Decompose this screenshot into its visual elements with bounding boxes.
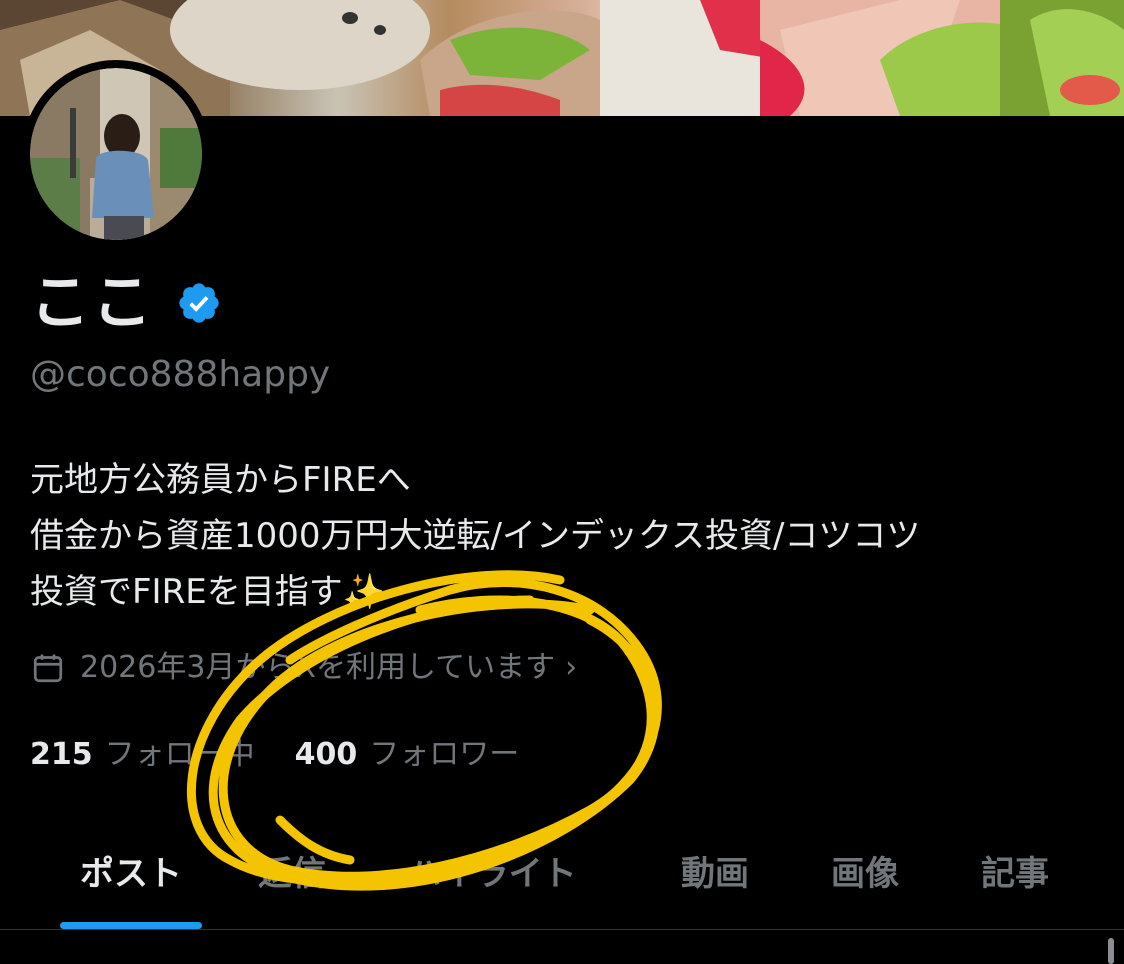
joined-text: 2026年3月からXを利用しています [80, 650, 556, 685]
follow-stats: 215 フォロー中 400 フォロワー [30, 730, 519, 780]
followers-label: フォロワー [369, 737, 520, 772]
bio-line: 投資でFIREを目指す✨ [30, 572, 386, 612]
chevron-right-icon: › [565, 650, 578, 685]
joined-date[interactable]: 2026年3月からXを利用しています › [30, 646, 577, 690]
following-link[interactable]: 215 フォロー中 [30, 730, 255, 780]
followers-link[interactable]: 400 フォロワー [295, 730, 520, 780]
calendar-icon [33, 654, 63, 683]
bio-line: 元地方公務員からFIREへ [30, 460, 411, 500]
profile-handle: @coco888happy [30, 354, 331, 395]
tabs-divider [0, 929, 1124, 930]
display-name: ここ [30, 268, 154, 338]
following-label: フォロー中 [104, 737, 255, 772]
profile-avatar[interactable] [22, 60, 210, 248]
scrollbar[interactable] [1108, 938, 1114, 964]
tab-articles[interactable]: 記事 [940, 820, 1090, 920]
tab-highlights[interactable]: ハイライト [362, 820, 622, 920]
profile-tabs: ポスト 返信 ハイライト 動画 画像 記事 [0, 820, 1124, 929]
verified-badge-icon[interactable] [176, 280, 222, 326]
tab-images[interactable]: 画像 [790, 820, 940, 920]
tab-posts[interactable]: ポスト [40, 820, 222, 920]
tab-videos[interactable]: 動画 [640, 820, 790, 920]
active-tab-indicator [60, 922, 202, 929]
profile-name-row: ここ [30, 268, 222, 338]
bio-line: 借金から資産1000万円大逆転/インデックス投資/コツコツ [30, 516, 921, 556]
following-count: 215 [30, 737, 93, 772]
profile-bio: 元地方公務員からFIREへ 借金から資産1000万円大逆転/インデックス投資/コ… [30, 452, 1100, 620]
tab-replies[interactable]: 返信 [222, 820, 362, 920]
followers-count: 400 [294, 737, 358, 772]
